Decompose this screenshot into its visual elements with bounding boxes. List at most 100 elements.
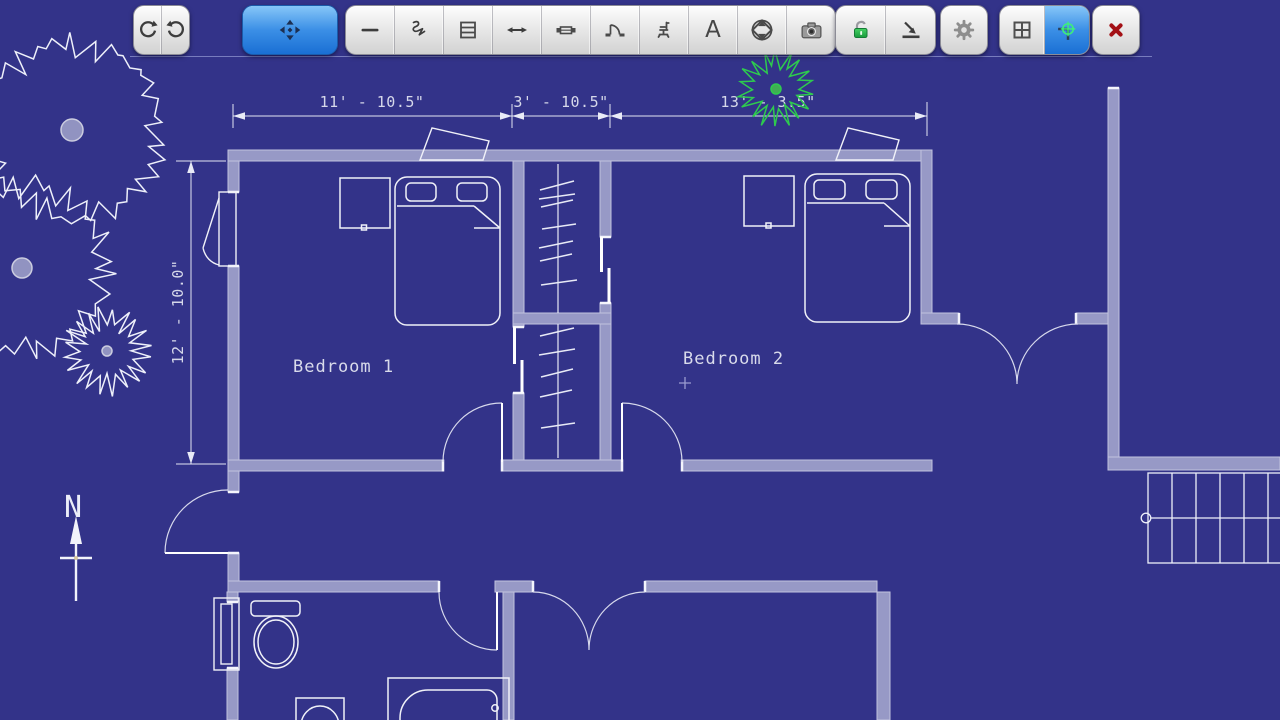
wall xyxy=(228,471,239,492)
stair-rail-end xyxy=(1141,513,1151,523)
line-tool-button[interactable] xyxy=(346,6,395,54)
door-icon xyxy=(603,18,627,42)
wall xyxy=(227,592,238,602)
bed-2 xyxy=(805,174,910,322)
snap-icon xyxy=(899,18,923,42)
gear-icon xyxy=(951,17,977,43)
wall xyxy=(600,161,611,237)
pan-button[interactable] xyxy=(243,6,337,54)
furniture xyxy=(251,174,910,720)
redo-button[interactable] xyxy=(162,6,189,54)
dim-label-4: 12' - 10.0" xyxy=(169,260,187,365)
stairs xyxy=(1141,473,1280,563)
wall xyxy=(228,460,443,471)
bed-1 xyxy=(395,177,500,325)
wall-tool-button[interactable] xyxy=(444,6,493,54)
wall xyxy=(682,460,932,471)
lock-button[interactable] xyxy=(836,6,886,54)
cursor-cross xyxy=(679,377,691,389)
app-window: 11' - 10.5" 3' - 10.5" 13' - 3.5" 12' - … xyxy=(0,0,1280,720)
settings-button[interactable] xyxy=(941,6,987,54)
toolbar-group-history xyxy=(133,5,190,55)
room-label-bedroom2: Bedroom 2 xyxy=(683,349,784,369)
toolbar-group-settings xyxy=(940,5,988,55)
closets xyxy=(515,164,610,458)
dimension-tool-button[interactable] xyxy=(493,6,542,54)
double-door-arcs xyxy=(957,324,1078,384)
door-tool-button[interactable] xyxy=(591,6,640,54)
wall xyxy=(513,393,524,460)
hall-double-door-arcs xyxy=(533,592,645,650)
diamond-circle-icon xyxy=(749,17,775,43)
compass-arrow-shaft xyxy=(60,542,92,601)
tree-trunk xyxy=(61,119,83,141)
wall-icon xyxy=(456,18,480,42)
grid-button[interactable] xyxy=(1000,6,1045,54)
compass-center-dot xyxy=(74,556,78,560)
nightstand-1 xyxy=(340,178,390,228)
dim-arrows xyxy=(187,112,927,464)
camera-icon xyxy=(799,18,824,43)
furniture-tool-button[interactable] xyxy=(640,6,689,54)
close-button[interactable] xyxy=(1093,6,1139,54)
bedroom1-door-arc xyxy=(443,403,502,462)
toolbar-group-lock-snap xyxy=(835,5,936,55)
grid-icon xyxy=(1010,18,1034,42)
wall xyxy=(228,553,239,581)
chair-icon xyxy=(652,18,676,42)
compass-label: N xyxy=(64,490,82,525)
plan-canvas[interactable]: 11' - 10.5" 3' - 10.5" 13' - 3.5" 12' - … xyxy=(0,0,1280,720)
bed-2-blanket xyxy=(807,203,910,226)
wall xyxy=(1108,88,1119,470)
wall xyxy=(1108,457,1280,470)
sketch-tool-button[interactable] xyxy=(395,6,444,54)
dimension-arrow-icon xyxy=(505,18,529,42)
toolbar-group-close xyxy=(1092,5,1140,55)
wall xyxy=(513,313,611,324)
wall xyxy=(513,161,524,327)
redo-icon xyxy=(164,18,188,42)
wall xyxy=(1076,313,1110,324)
undo-button[interactable] xyxy=(134,6,162,54)
bed-1-pillow xyxy=(457,183,487,201)
dim-label-1: 11' - 10.5" xyxy=(320,93,425,111)
toolbar-group-view xyxy=(999,5,1090,55)
tree-trunk xyxy=(771,84,781,94)
tracking-button[interactable] xyxy=(1045,6,1089,54)
bathtub xyxy=(388,678,509,720)
text-tool-button[interactable]: A xyxy=(689,6,738,54)
bed-2-pillow xyxy=(866,180,897,199)
bathroom-door-arc xyxy=(439,592,497,650)
window-casement-arc xyxy=(203,198,219,265)
window-bathroom xyxy=(214,598,239,670)
bathtub-inner xyxy=(400,690,497,720)
dimensions: 11' - 10.5" 3' - 10.5" 13' - 3.5" 12' - … xyxy=(169,93,927,464)
photo-tool-button[interactable] xyxy=(787,6,835,54)
snap-button[interactable] xyxy=(886,6,935,54)
window-tool-button[interactable] xyxy=(542,6,591,54)
undo-icon xyxy=(136,18,160,42)
wall xyxy=(228,581,439,592)
sketch-icon xyxy=(407,18,431,42)
window-bathroom-sash xyxy=(221,604,232,664)
window-bedroom1 xyxy=(219,192,236,266)
wall xyxy=(227,668,238,720)
entry-door-arc xyxy=(165,490,228,553)
padlock-icon xyxy=(849,18,873,42)
window-icon xyxy=(554,18,578,42)
bedroom2-door-arc xyxy=(622,403,682,462)
dim-label-2: 3' - 10.5" xyxy=(513,93,608,111)
bed-1-blanket xyxy=(397,206,500,228)
tree-trunk xyxy=(12,258,32,278)
text-icon: A xyxy=(705,19,721,42)
crosshair-icon xyxy=(1055,18,1080,43)
trees xyxy=(0,32,813,396)
wall xyxy=(228,161,239,192)
toilet-bowl-inner xyxy=(258,620,294,664)
wall xyxy=(645,581,877,592)
toolbar-group-pan xyxy=(242,5,338,55)
close-x-icon xyxy=(1105,19,1127,41)
pan-arrows-icon xyxy=(277,17,303,43)
toilet-tank xyxy=(251,601,300,616)
symbol-tool-button[interactable] xyxy=(738,6,787,54)
